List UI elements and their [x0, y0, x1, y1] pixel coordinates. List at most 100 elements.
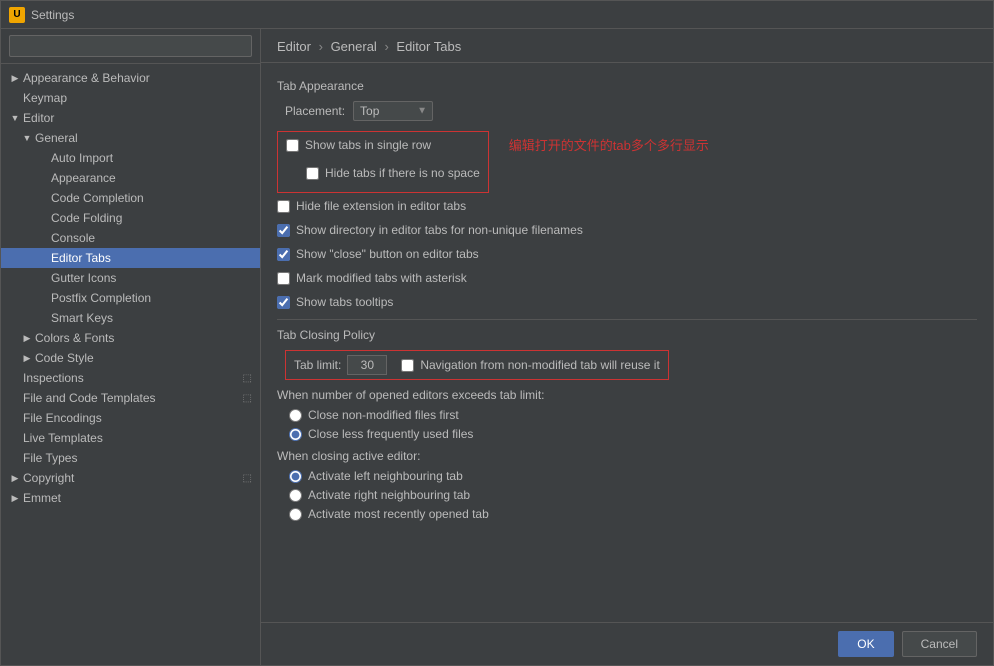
sidebar-item-postfix-completion[interactable]: Postfix Completion	[1, 288, 260, 308]
activate-recent-label[interactable]: Activate most recently opened tab	[308, 507, 489, 521]
mark-modified-checkbox[interactable]	[277, 272, 290, 285]
close-less-frequent-radio[interactable]	[289, 428, 302, 441]
sidebar-item-keymap[interactable]: Keymap	[1, 88, 260, 108]
arrow-icon	[21, 132, 33, 144]
search-input[interactable]	[9, 35, 252, 57]
show-close-button-checkbox[interactable]	[277, 248, 290, 261]
sidebar-item-appearance-behavior[interactable]: Appearance & Behavior	[1, 68, 260, 88]
footer: OK Cancel	[261, 622, 993, 665]
sidebar-item-auto-import[interactable]: Auto Import	[1, 148, 260, 168]
activate-right-radio[interactable]	[289, 489, 302, 502]
sidebar-label: Live Templates	[23, 431, 103, 445]
activate-right-row: Activate right neighbouring tab	[289, 488, 977, 502]
activate-recent-radio[interactable]	[289, 508, 302, 521]
arrow-icon	[9, 112, 21, 124]
ok-button[interactable]: OK	[838, 631, 893, 657]
top-checkboxes-area: Show tabs in single row Hide tabs if the…	[277, 131, 977, 197]
placement-label: Placement:	[285, 104, 345, 118]
sidebar-item-general[interactable]: General	[1, 128, 260, 148]
sidebar-label: Emmet	[23, 491, 61, 505]
activate-recent-row: Activate most recently opened tab	[289, 507, 977, 521]
arrow-icon	[9, 472, 21, 484]
show-close-button-label[interactable]: Show "close" button on editor tabs	[277, 247, 479, 261]
sidebar-item-gutter-icons[interactable]: Gutter Icons	[1, 268, 260, 288]
close-less-frequent-row: Close less frequently used files	[289, 427, 977, 441]
close-non-modified-radio[interactable]	[289, 409, 302, 422]
main-content: Appearance & Behavior Keymap Editor Gene…	[1, 29, 993, 665]
show-directory-checkbox[interactable]	[277, 224, 290, 237]
close-non-modified-label[interactable]: Close non-modified files first	[308, 408, 459, 422]
sidebar-item-colors-fonts[interactable]: Colors & Fonts	[1, 328, 260, 348]
hide-tabs-no-space-row: Hide tabs if there is no space	[306, 164, 480, 182]
when-exceed-label: When number of opened editors exceeds ta…	[277, 388, 977, 402]
sidebar-item-emmet[interactable]: Emmet	[1, 488, 260, 508]
close-less-frequent-label[interactable]: Close less frequently used files	[308, 427, 473, 441]
sidebar-item-live-templates[interactable]: Live Templates	[1, 428, 260, 448]
breadcrumb: Editor › General › Editor Tabs	[261, 29, 993, 63]
tab-limit-input[interactable]	[347, 355, 387, 375]
sidebar-item-file-code-templates[interactable]: File and Code Templates ⬚	[1, 388, 260, 408]
hide-file-extension-row: Hide file extension in editor tabs	[277, 197, 977, 215]
breadcrumb-editor-tabs: Editor Tabs	[396, 39, 461, 54]
main-panel: Editor › General › Editor Tabs Tab Appea…	[261, 29, 993, 665]
sidebar-item-appearance[interactable]: Appearance	[1, 168, 260, 188]
sidebar-item-code-style[interactable]: Code Style	[1, 348, 260, 368]
activate-left-row: Activate left neighbouring tab	[289, 469, 977, 483]
tab-limit-border: Tab limit: Navigation from non-modified …	[285, 350, 669, 380]
hide-file-extension-checkbox[interactable]	[277, 200, 290, 213]
divider1	[277, 319, 977, 320]
sidebar-label: Gutter Icons	[51, 271, 116, 285]
sidebar-item-copyright[interactable]: Copyright ⬚	[1, 468, 260, 488]
sidebar-label: Code Style	[35, 351, 94, 365]
sidebar-label: File Encodings	[23, 411, 102, 425]
placement-select[interactable]: Top Bottom Left Right	[353, 101, 433, 121]
arrow-icon	[9, 492, 21, 504]
sidebar-item-console[interactable]: Console	[1, 228, 260, 248]
settings-content: Tab Appearance Placement: Top Bottom Lef…	[261, 63, 993, 622]
sidebar: Appearance & Behavior Keymap Editor Gene…	[1, 29, 261, 665]
show-tooltips-checkbox[interactable]	[277, 296, 290, 309]
sidebar-item-file-encodings[interactable]: File Encodings	[1, 408, 260, 428]
hide-file-extension-label[interactable]: Hide file extension in editor tabs	[277, 199, 466, 213]
activate-left-radio[interactable]	[289, 470, 302, 483]
hide-tabs-no-space-label[interactable]: Hide tabs if there is no space	[306, 166, 480, 180]
nav-reuse-checkbox[interactable]	[401, 359, 414, 372]
sidebar-label: Appearance	[51, 171, 116, 185]
sidebar-item-code-folding[interactable]: Code Folding	[1, 208, 260, 228]
show-tabs-single-row-checkbox[interactable]	[286, 139, 299, 152]
sidebar-label: Smart Keys	[51, 311, 113, 325]
sidebar-item-editor-tabs[interactable]: Editor Tabs	[1, 248, 260, 268]
show-tooltips-row: Show tabs tooltips	[277, 293, 977, 311]
breadcrumb-sep2: ›	[384, 39, 388, 54]
mark-modified-label[interactable]: Mark modified tabs with asterisk	[277, 271, 467, 285]
hide-tabs-no-space-checkbox[interactable]	[306, 167, 319, 180]
arrow-icon	[21, 332, 33, 344]
sidebar-item-editor[interactable]: Editor	[1, 108, 260, 128]
show-tabs-single-row-row: Show tabs in single row	[286, 136, 480, 154]
sidebar-label: Editor Tabs	[51, 251, 111, 265]
show-directory-label[interactable]: Show directory in editor tabs for non-un…	[277, 223, 583, 237]
sidebar-label: Colors & Fonts	[35, 331, 114, 345]
show-tooltips-label[interactable]: Show tabs tooltips	[277, 295, 393, 309]
page-icon: ⬚	[243, 473, 252, 484]
sidebar-item-smart-keys[interactable]: Smart Keys	[1, 308, 260, 328]
show-tabs-single-row-label[interactable]: Show tabs in single row	[286, 138, 431, 152]
window-title: Settings	[31, 8, 74, 22]
sidebar-item-inspections[interactable]: Inspections ⬚	[1, 368, 260, 388]
chinese-annotation: 编辑打开的文件的tab多个多行显示	[509, 135, 709, 154]
tab-limit-label: Tab limit:	[294, 358, 341, 372]
sidebar-label: Code Folding	[51, 211, 122, 225]
sidebar-label: Appearance & Behavior	[23, 71, 150, 85]
sidebar-item-file-types[interactable]: File Types	[1, 448, 260, 468]
sidebar-label: Copyright	[23, 471, 74, 485]
activate-left-label[interactable]: Activate left neighbouring tab	[308, 469, 463, 483]
sidebar-label: General	[35, 131, 78, 145]
activate-right-label[interactable]: Activate right neighbouring tab	[308, 488, 470, 502]
tab-limit-area: Tab limit: Navigation from non-modified …	[285, 350, 977, 380]
cancel-button[interactable]: Cancel	[902, 631, 977, 657]
sidebar-item-code-completion[interactable]: Code Completion	[1, 188, 260, 208]
sidebar-label: Editor	[23, 111, 54, 125]
page-icon: ⬚	[243, 393, 252, 404]
sidebar-label: Code Completion	[51, 191, 144, 205]
settings-window: U Settings Appearance & Behavior Keymap	[0, 0, 994, 666]
